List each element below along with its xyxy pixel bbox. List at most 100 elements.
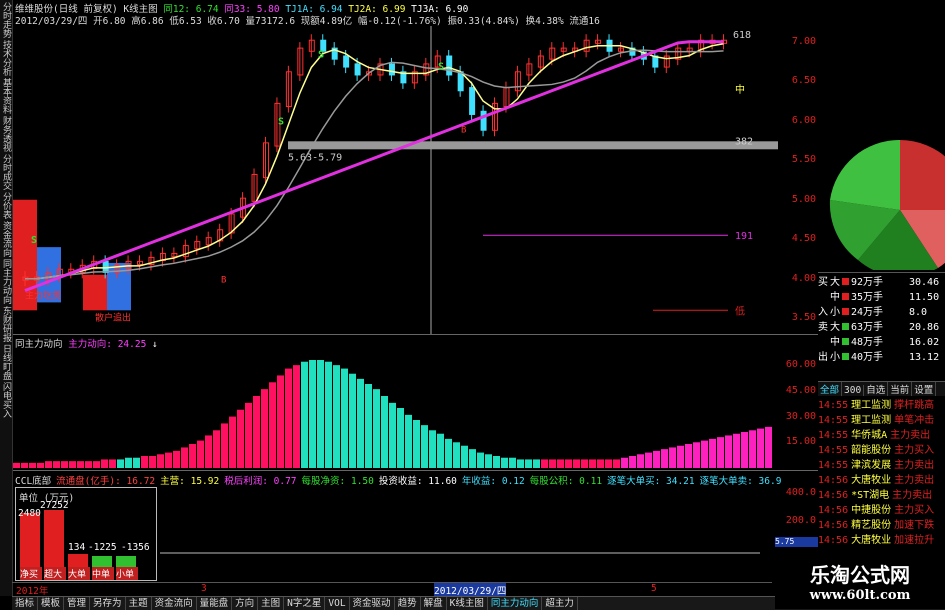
force-bar — [661, 449, 668, 468]
alert-time: 14:55 — [818, 460, 849, 471]
sidebar-item[interactable]: 分时走势 — [0, 2, 13, 38]
flow-pct: 20.86 — [909, 322, 940, 333]
alert-time: 14:56 — [818, 535, 849, 546]
bottom-tab[interactable]: N字之星 — [284, 597, 326, 610]
green-square-icon — [842, 323, 849, 330]
sidebar-item[interactable]: 分价表 — [0, 192, 13, 219]
news-tab[interactable]: 设置 — [912, 382, 937, 396]
bottom-tab[interactable]: 资金流向 — [152, 597, 197, 610]
force-bar — [549, 459, 556, 468]
alert-msg: 撑杆跳高 — [894, 400, 935, 411]
force-bar — [725, 435, 732, 468]
bottom-tab[interactable]: 资金驱动 — [350, 597, 395, 610]
bottom-tab[interactable]: 超主力 — [542, 597, 578, 610]
candle — [343, 55, 350, 68]
bottom-tab[interactable]: 方向 — [232, 597, 259, 610]
fib-618: 618 — [733, 30, 751, 41]
candle — [388, 63, 395, 76]
kline-panel[interactable]: 618 中 382 191 低 5.63-5.79 主力吃货散户追出 S S S S B B — [13, 26, 778, 334]
mid-label: 中 — [735, 83, 745, 96]
bottom-tab[interactable]: 主图 — [258, 597, 285, 610]
sidebar-item[interactable]: 技术分析 — [0, 40, 13, 76]
sidebar-item[interactable]: 财务透视 — [0, 116, 13, 152]
alert-row[interactable]: 14:55 华侨城A 主力卖出 — [818, 426, 945, 441]
news-tab[interactable]: 300 — [842, 385, 865, 396]
funds-bar-label: 小单 — [116, 567, 138, 580]
y-tick: 6.50 — [791, 75, 816, 87]
alert-row[interactable]: 14:55 理工监测 单笔冲击 — [818, 411, 945, 426]
force-bar — [69, 461, 76, 468]
sell-signal: S — [31, 235, 37, 246]
alert-stock: *ST湖电 — [851, 490, 890, 501]
force-bar — [461, 445, 468, 468]
sidebar-item[interactable]: 资金流向 — [0, 221, 13, 257]
force-bar — [157, 454, 164, 468]
alert-row[interactable]: 14:56 精艺股份 加速下跌 — [818, 516, 945, 531]
force-bar — [117, 459, 124, 468]
sidebar-item[interactable]: 日线盯盘 — [0, 344, 13, 380]
alert-row[interactable]: 14:56 大唐牧业 加速拉升 — [818, 531, 945, 546]
funds-value: 134 — [68, 542, 86, 553]
bottom-tab[interactable]: 趋势 — [395, 597, 421, 610]
label-retail: 散户追出 — [95, 311, 131, 323]
force-bar — [589, 459, 596, 468]
bottom-tab[interactable]: 解盘 — [421, 597, 447, 610]
bottom-tab[interactable]: 管理 — [64, 597, 91, 610]
y-tick: 6.00 — [791, 114, 816, 126]
force-bar — [541, 459, 548, 468]
force-bar — [741, 432, 748, 468]
alert-row[interactable]: 14:55 理工监测 撑杆跳高 — [818, 396, 945, 411]
alert-time: 14:56 — [818, 475, 849, 486]
label-main-buy: 主力吃货 — [25, 289, 61, 301]
alert-time: 14:55 — [818, 400, 849, 411]
sidebar-item[interactable]: 分时成交 — [0, 154, 13, 190]
watermark: 乐淘公式网 www.60lt.com — [775, 555, 945, 609]
sidebar-item[interactable]: 基本资料 — [0, 78, 13, 114]
ma-line-yellow — [25, 43, 724, 280]
alert-row[interactable]: 14:56 *ST湖电 主力卖出 — [818, 486, 945, 501]
force-bar — [165, 452, 172, 468]
force-bar — [453, 442, 460, 468]
news-tab[interactable]: 当前 — [888, 382, 913, 396]
bottom-tab[interactable]: K线主图 — [447, 597, 488, 610]
force-bar — [485, 454, 492, 468]
flow-table: 买大 92万手 30.46 中 35万手 11.50 入小 24万手 8.0 卖大 63万手 20.8… — [818, 272, 945, 381]
force-bar — [469, 449, 476, 468]
force-bar — [405, 414, 412, 468]
alert-row[interactable]: 14:55 津滨发展 主力卖出 — [818, 456, 945, 471]
force-bar — [197, 440, 204, 468]
bottom-tab[interactable]: 同主力动向 — [488, 597, 543, 610]
force-bar — [629, 456, 636, 468]
bottom-tab[interactable]: 指标 — [12, 597, 39, 610]
alert-row[interactable]: 14:56 大唐牧业 主力卖出 — [818, 471, 945, 486]
alert-row[interactable]: 14:56 中捷股份 主力买入 — [818, 501, 945, 516]
bottom-tab[interactable]: 主题 — [126, 597, 152, 610]
funds-value: -1225 — [88, 542, 117, 553]
alert-time: 14:56 — [818, 490, 849, 501]
indicator-yaxis: 60.00 45.00 30.00 15.00 — [780, 348, 818, 468]
force-bar — [61, 461, 68, 468]
sidebar-item[interactable]: 同主力动向 — [0, 259, 13, 304]
bottom-tab[interactable]: VOL — [325, 597, 350, 610]
alert-stock: 韶能股份 — [851, 445, 892, 456]
force-bar — [253, 396, 260, 468]
time-label: 5 — [651, 583, 657, 594]
force-bar — [605, 459, 612, 468]
alert-time: 14:55 — [818, 445, 849, 456]
alert-stock: 精艺股份 — [851, 520, 892, 531]
flow-vol: 35万手 — [851, 292, 884, 303]
bottom-tab[interactable]: 模板 — [38, 597, 65, 610]
alert-msg: 单笔冲击 — [894, 415, 935, 426]
force-bar — [709, 438, 716, 468]
sidebar-item[interactable]: 东财研报 — [0, 306, 13, 342]
force-bar — [389, 402, 396, 468]
force-bar — [757, 428, 764, 468]
news-tab[interactable]: 自选 — [864, 382, 889, 396]
sidebar-item[interactable]: 闪电买入 — [0, 382, 13, 418]
force-bar — [245, 402, 252, 468]
bottom-tab[interactable]: 量能盘 — [197, 597, 233, 610]
funds-bar-label: 中单 — [92, 567, 114, 580]
bottom-tab[interactable]: 另存为 — [90, 597, 126, 610]
news-tab[interactable]: 全部 — [818, 382, 843, 396]
alert-row[interactable]: 14:55 韶能股份 主力买入 — [818, 441, 945, 456]
